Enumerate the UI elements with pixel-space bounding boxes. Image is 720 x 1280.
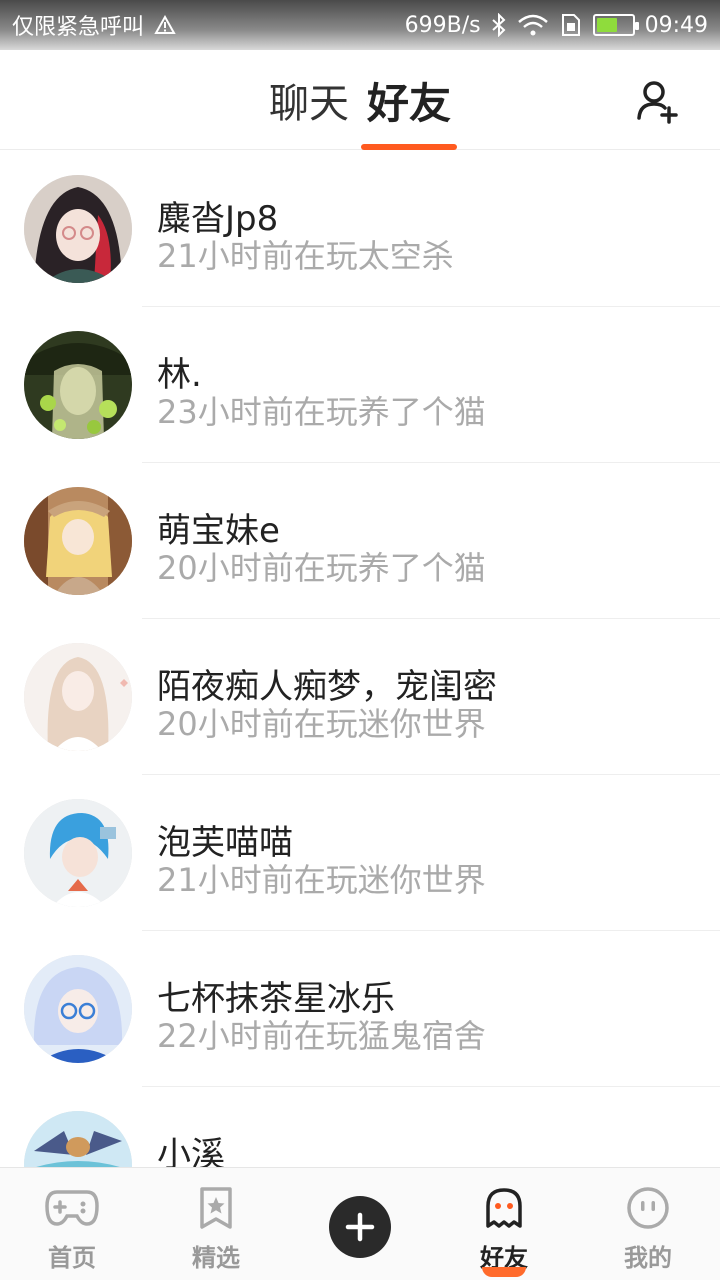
avatar[interactable]	[24, 175, 132, 283]
friend-status: 22小时前在玩猛鬼宿舍	[157, 1017, 486, 1055]
plus-icon[interactable]	[329, 1196, 391, 1258]
tab-chat[interactable]: 聊天	[269, 50, 349, 150]
friend-row[interactable]: 七杯抹茶星冰乐 22小时前在玩猛鬼宿舍	[0, 931, 720, 1087]
carrier-text: 仅限紧急呼叫	[12, 15, 145, 40]
star-bookmark-icon	[189, 1186, 243, 1230]
nav-home-label: 首页	[48, 1244, 96, 1272]
wifi-icon	[517, 13, 549, 37]
network-speed: 699B/s	[404, 12, 481, 38]
battery-level	[596, 18, 617, 32]
friend-list: 麋沓Jp8 21小时前在玩太空杀 林. 23小时前在玩养了个猫 萌宝妹e 20小…	[0, 151, 720, 1167]
add-friend-button[interactable]	[636, 80, 680, 124]
friend-row[interactable]: 泡芙喵喵 21小时前在玩迷你世界	[0, 775, 720, 931]
tab-chat-label: 聊天	[268, 81, 349, 127]
friend-row[interactable]: 麋沓Jp8 21小时前在玩太空杀	[0, 151, 720, 307]
tab-friends-label: 好友	[366, 78, 451, 128]
friend-status: 21小时前在玩太空杀	[157, 237, 454, 275]
friend-name: 小溪	[157, 1135, 225, 1167]
avatar[interactable]	[24, 955, 132, 1063]
nav-me-label: 我的	[624, 1244, 672, 1272]
friend-row[interactable]: 陌夜痴人痴梦，宠闺密 20小时前在玩迷你世界	[0, 619, 720, 775]
warning-icon	[154, 15, 176, 35]
active-nav-indicator	[482, 1267, 526, 1277]
friend-row[interactable]: 萌宝妹e 20小时前在玩养了个猫	[0, 463, 720, 619]
clock: 09:49	[644, 12, 708, 38]
add-user-icon	[637, 81, 678, 124]
nav-home[interactable]: 首页	[0, 1168, 144, 1280]
ghost-icon	[477, 1186, 531, 1230]
avatar[interactable]	[24, 643, 132, 751]
battery-icon	[592, 14, 639, 36]
avatar[interactable]	[24, 1111, 132, 1167]
bottom-nav: 首页 精选 好友 我的	[0, 1167, 720, 1280]
nav-me[interactable]: 我的	[576, 1168, 720, 1280]
tab-friends[interactable]: 好友	[360, 50, 457, 150]
nav-featured-label: 精选	[192, 1244, 240, 1272]
avatar[interactable]	[24, 331, 132, 439]
sim-icon	[559, 13, 583, 37]
friends-screen: 仅限紧急呼叫 699B/s 09:49 聊天 好友 麋沓Jp8 21小时前在玩太…	[0, 0, 720, 1280]
bluetooth-icon	[491, 13, 507, 37]
friend-row[interactable]: 小溪	[0, 1087, 720, 1167]
nav-create[interactable]	[288, 1168, 432, 1280]
status-bar: 仅限紧急呼叫 699B/s 09:49	[0, 0, 720, 50]
app-header: 聊天 好友	[0, 50, 720, 150]
friend-status: 20小时前在玩迷你世界	[157, 705, 486, 743]
face-icon	[621, 1186, 675, 1230]
friend-status: 21小时前在玩迷你世界	[157, 861, 486, 899]
friend-status: 23小时前在玩养了个猫	[157, 393, 486, 431]
tab-bar: 聊天 好友	[0, 50, 720, 150]
nav-featured[interactable]: 精选	[144, 1168, 288, 1280]
friend-row[interactable]: 林. 23小时前在玩养了个猫	[0, 307, 720, 463]
avatar[interactable]	[24, 487, 132, 595]
friend-status: 20小时前在玩养了个猫	[157, 549, 486, 587]
gamepad-icon	[45, 1186, 99, 1230]
avatar[interactable]	[24, 799, 132, 907]
nav-friends[interactable]: 好友	[432, 1168, 576, 1280]
active-tab-indicator	[360, 144, 457, 150]
